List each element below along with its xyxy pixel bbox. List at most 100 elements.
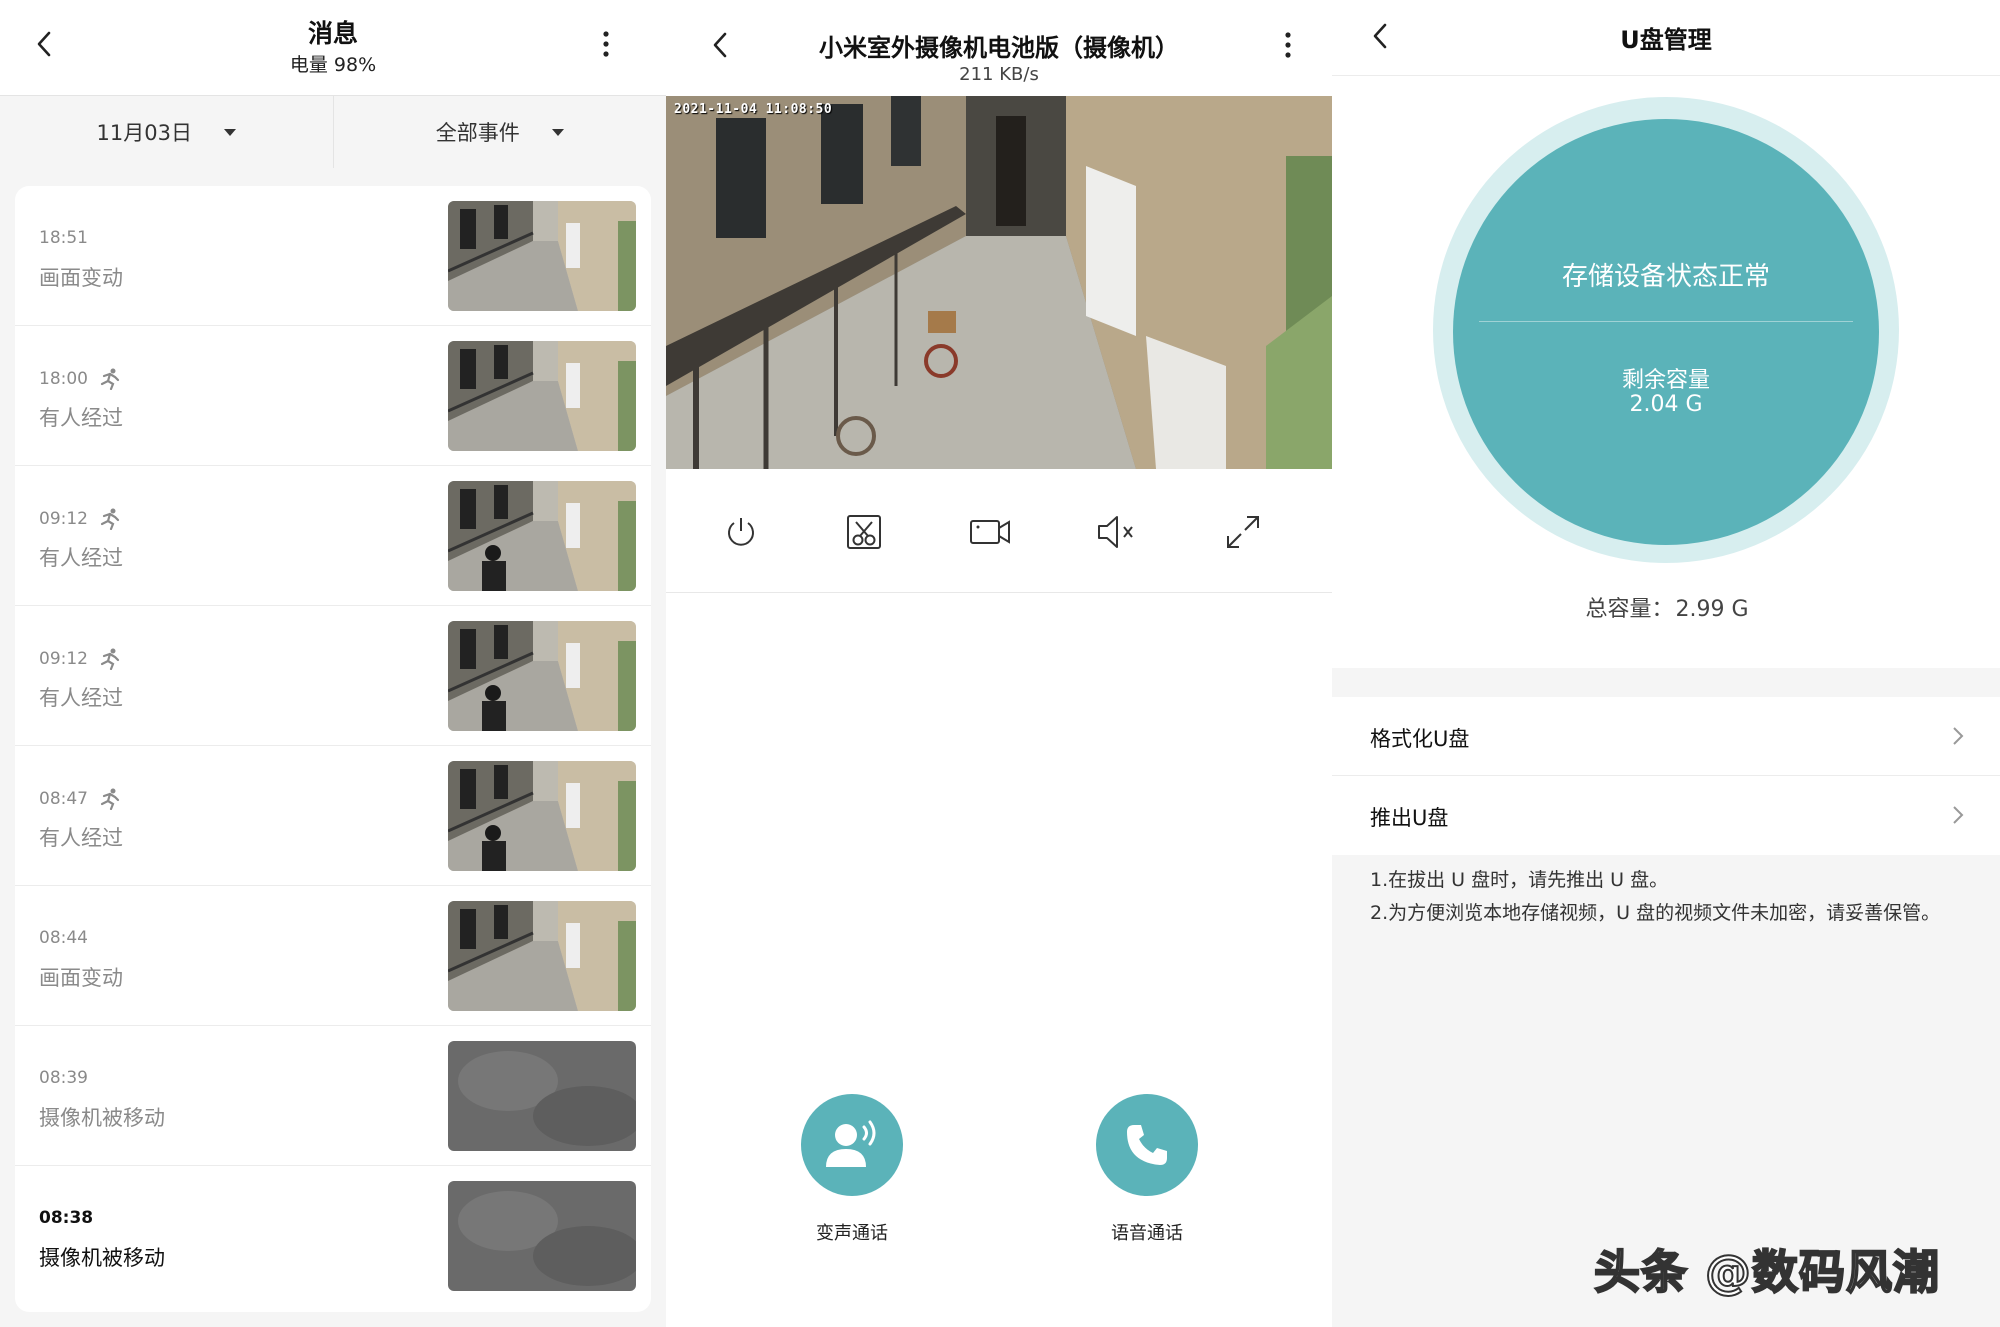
event-time: 18:00 bbox=[39, 369, 88, 389]
storage-menu: 格式化U盘 推出U盘 bbox=[1332, 697, 2000, 855]
power-icon bbox=[728, 518, 754, 546]
fullscreen-button[interactable] bbox=[1218, 507, 1268, 557]
event-type-filter[interactable]: 全部事件 bbox=[334, 96, 667, 168]
event-thumbnail[interactable] bbox=[448, 201, 636, 311]
watermark: 头条 @数码风潮 bbox=[1593, 1244, 1941, 1300]
caret-down-icon bbox=[551, 128, 564, 136]
eject-usb-item[interactable]: 推出U盘 bbox=[1332, 776, 2000, 855]
event-time-wrap: 08:47 bbox=[39, 788, 122, 810]
event-time: 09:12 bbox=[39, 649, 88, 669]
event-row[interactable]: 09:12 有人经过 bbox=[15, 466, 651, 606]
event-thumbnail-image bbox=[448, 201, 636, 311]
chevron-right-icon bbox=[1953, 727, 1964, 745]
voice-change-call-label: 变声通话 bbox=[816, 1223, 888, 1244]
messages-panel: 消息 电量 98% 11月03日 全部事件 18:51 画面变动 18:00 有人经过… bbox=[0, 0, 666, 1327]
event-label: 画面变动 bbox=[39, 266, 123, 290]
camera-header: 小米室外摄像机电池版（摄像机） 211 KB/s bbox=[666, 0, 1332, 96]
event-thumbnail[interactable] bbox=[448, 1181, 636, 1291]
event-label: 有人经过 bbox=[39, 686, 123, 710]
record-button[interactable] bbox=[965, 507, 1015, 557]
fullscreen-icon bbox=[1227, 516, 1259, 548]
event-thumbnail[interactable] bbox=[448, 481, 636, 591]
event-time-wrap: 08:44 bbox=[39, 928, 88, 948]
more-button[interactable] bbox=[591, 24, 621, 64]
running-person-icon bbox=[100, 508, 120, 530]
battery-level: 电量 98% bbox=[289, 54, 377, 76]
total-capacity-label: 总容量： bbox=[1585, 597, 1674, 622]
event-thumbnail[interactable] bbox=[448, 761, 636, 871]
page-title: 消息 bbox=[307, 19, 358, 48]
event-label: 摄像机被移动 bbox=[39, 1246, 165, 1270]
power-button[interactable] bbox=[716, 507, 766, 557]
event-thumbnail[interactable] bbox=[448, 621, 636, 731]
usb-notes: 1.在拔出 U 盘时，请先推出 U 盘。 2.为方便浏览本地存储视频，U 盘的视… bbox=[1370, 868, 1970, 934]
record-icon bbox=[970, 520, 1010, 544]
event-time: 08:44 bbox=[39, 928, 88, 948]
bitrate-readout: 211 KB/s bbox=[959, 64, 1039, 85]
remaining-label: 剩余容量 bbox=[1621, 368, 1710, 393]
screenshot-icon bbox=[847, 515, 881, 549]
remaining-value: 2.04 G bbox=[1629, 392, 1703, 417]
event-row[interactable]: 18:51 画面变动 bbox=[15, 186, 651, 326]
event-thumbnail-image bbox=[448, 621, 636, 731]
usb-note: 1.在拔出 U 盘时，请先推出 U 盘。 bbox=[1370, 869, 1669, 891]
storage-status: 存储设备状态正常 bbox=[1561, 262, 1770, 292]
storage-status-circle: 存储设备状态正常 剩余容量 2.04 G bbox=[1453, 119, 1879, 545]
event-label: 画面变动 bbox=[39, 966, 123, 990]
format-usb-item[interactable]: 格式化U盘 bbox=[1332, 697, 2000, 776]
event-time: 08:39 bbox=[39, 1068, 88, 1088]
caret-down-icon bbox=[223, 128, 236, 136]
video-timestamp: 2021-11-04 11:08:50 bbox=[674, 102, 833, 117]
date-filter[interactable]: 11月03日 bbox=[0, 96, 333, 168]
running-person-icon bbox=[100, 788, 120, 810]
event-time: 08:47 bbox=[39, 789, 88, 809]
running-person-icon bbox=[100, 368, 120, 390]
storage-panel: U盘管理 存储设备状态正常 剩余容量 2.04 G 总容量：2.99 G 格式化… bbox=[1332, 0, 2000, 1327]
event-thumbnail-image bbox=[448, 1181, 636, 1291]
event-label: 有人经过 bbox=[39, 406, 123, 430]
voice-change-call-button[interactable] bbox=[801, 1094, 903, 1196]
more-vertical-icon bbox=[1285, 32, 1291, 58]
total-capacity-value: 2.99 G bbox=[1675, 597, 1749, 622]
messages-header: 消息 电量 98% bbox=[0, 0, 666, 96]
live-video[interactable]: 2021-11-04 11:08:50 bbox=[666, 96, 1332, 469]
event-time-wrap: 18:51 bbox=[39, 228, 88, 248]
total-capacity: 总容量：2.99 G bbox=[1332, 591, 2000, 623]
event-label: 摄像机被移动 bbox=[39, 1106, 165, 1130]
event-thumbnail-image bbox=[448, 761, 636, 871]
mute-icon bbox=[1098, 516, 1133, 548]
storage-header: U盘管理 bbox=[1332, 0, 2000, 76]
event-time-wrap: 09:12 bbox=[39, 648, 122, 670]
circle-divider bbox=[1479, 321, 1853, 322]
event-row[interactable]: 18:00 有人经过 bbox=[15, 326, 651, 466]
chevron-right-icon bbox=[1953, 806, 1964, 824]
event-thumbnail[interactable] bbox=[448, 341, 636, 451]
more-button[interactable] bbox=[1273, 25, 1303, 65]
event-label: 有人经过 bbox=[39, 546, 123, 570]
event-thumbnail-image bbox=[448, 481, 636, 591]
screenshot-button[interactable] bbox=[839, 507, 889, 557]
event-time-wrap: 08:38 bbox=[39, 1208, 93, 1228]
event-row[interactable]: 09:12 有人经过 bbox=[15, 606, 651, 746]
running-person-icon bbox=[100, 648, 120, 670]
mute-button[interactable] bbox=[1091, 507, 1141, 557]
date-filter-label: 11月03日 bbox=[96, 121, 192, 145]
event-row[interactable]: 08:47 有人经过 bbox=[15, 746, 651, 886]
storage-summary: U盘管理 存储设备状态正常 剩余容量 2.04 G 总容量：2.99 G bbox=[1332, 0, 2000, 668]
event-list: 18:51 画面变动 18:00 有人经过 09:12 有人经过 09:12 有人经过 08:4… bbox=[15, 186, 651, 1312]
event-thumbnail-image bbox=[448, 1041, 636, 1151]
more-vertical-icon bbox=[603, 31, 609, 57]
voice-call-button[interactable] bbox=[1096, 1094, 1198, 1196]
camera-title: 小米室外摄像机电池版（摄像机） bbox=[819, 34, 1179, 62]
event-thumbnail[interactable] bbox=[448, 1041, 636, 1151]
usb-note: 2.为方便浏览本地存储视频，U 盘的视频文件未加密，请妥善保管。 bbox=[1370, 902, 1941, 924]
event-row[interactable]: 08:39 摄像机被移动 bbox=[15, 1026, 651, 1166]
eject-usb-label: 推出U盘 bbox=[1370, 806, 1449, 830]
voice-call-label: 语音通话 bbox=[1111, 1223, 1183, 1244]
event-row[interactable]: 08:44 画面变动 bbox=[15, 886, 651, 1026]
event-row[interactable]: 08:38 摄像机被移动 bbox=[15, 1166, 651, 1306]
event-thumbnail[interactable] bbox=[448, 901, 636, 1011]
live-video-frame bbox=[666, 96, 1332, 469]
event-thumbnail-image bbox=[448, 341, 636, 451]
event-time-wrap: 09:12 bbox=[39, 508, 122, 530]
